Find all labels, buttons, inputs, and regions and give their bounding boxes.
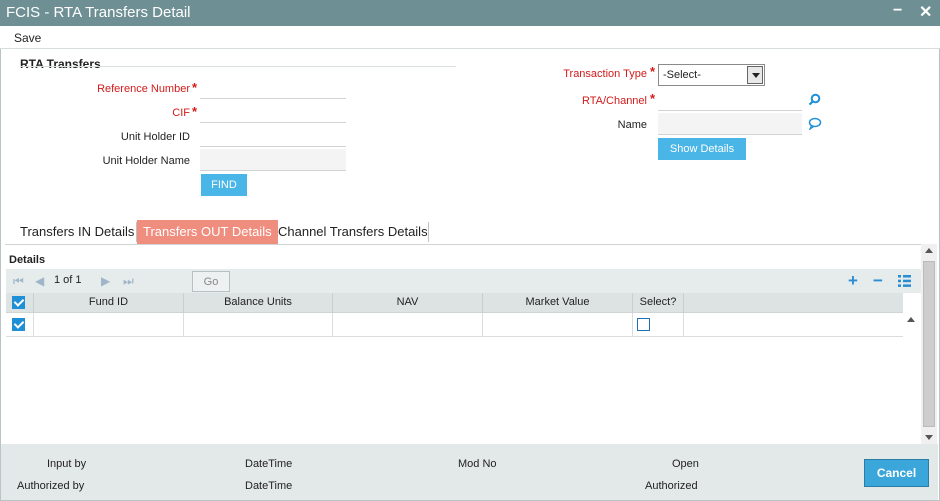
first-page-icon[interactable]: ⏮ [13, 274, 24, 289]
required-mark: * [192, 80, 198, 95]
grid-toolbar: ⏮ ◀ 1 of 1 ▶ ⏭ Go + − [6, 269, 922, 293]
transaction-type-label: Transaction Type [563, 68, 647, 80]
section-title: RTA Transfers [20, 57, 101, 71]
reference-number-label: Reference Number [97, 83, 190, 95]
rta-channel-label: RTA/Channel [581, 95, 647, 107]
window-title: FCIS - RTA Transfers Detail [6, 4, 191, 21]
balance-units-cell[interactable] [184, 313, 333, 337]
unit-holder-id-field[interactable] [200, 125, 346, 147]
select-all-checkbox[interactable] [12, 296, 25, 309]
menu-bar: Save [0, 26, 940, 48]
minimize-icon[interactable]: − [893, 2, 902, 20]
rta-channel-field[interactable] [658, 89, 802, 111]
go-button[interactable]: Go [192, 271, 230, 292]
required-mark: * [650, 91, 656, 106]
row-checkbox[interactable] [12, 318, 25, 331]
tab-transfers-out[interactable]: Transfers OUT Details [137, 220, 278, 244]
col-select[interactable]: Select? [633, 293, 684, 313]
prev-page-icon[interactable]: ◀ [35, 274, 44, 288]
col-market-value[interactable]: Market Value [483, 293, 633, 313]
scrollbar-thumb[interactable] [923, 261, 935, 427]
datetime-label: DateTime [245, 480, 293, 492]
name-label: Name [617, 119, 647, 131]
divider [5, 244, 926, 245]
delete-row-icon[interactable]: − [873, 271, 883, 291]
market-value-cell[interactable] [483, 313, 633, 337]
page-info: 1 of 1 [54, 274, 82, 286]
title-bar: FCIS - RTA Transfers Detail − ✕ [0, 0, 940, 26]
datetime-label: DateTime [245, 458, 293, 470]
col-fund-id[interactable]: Fund ID [34, 293, 184, 313]
tab-separator [428, 222, 429, 242]
transaction-type-select[interactable]: -Select- [658, 64, 765, 86]
find-button[interactable]: FIND [201, 174, 247, 196]
cancel-button[interactable]: Cancel [864, 459, 929, 487]
open-label: Open [672, 458, 699, 470]
divider [0, 48, 940, 49]
list-view-icon[interactable] [898, 275, 911, 287]
scroll-up-icon[interactable] [907, 317, 915, 322]
add-row-icon[interactable]: + [848, 271, 858, 291]
unit-holder-id-label: Unit Holder ID [120, 131, 190, 143]
next-page-icon[interactable]: ▶ [101, 274, 110, 288]
save-menu-item[interactable]: Save [14, 31, 41, 45]
authorized-label: Authorized [645, 480, 698, 492]
nav-cell[interactable] [333, 313, 483, 337]
reference-number-field[interactable] [200, 77, 346, 99]
grid-header: Fund ID Balance Units NAV Market Value S… [6, 293, 903, 313]
audit-footer: Input by DateTime Mod No Open Authorized… [1, 444, 938, 500]
unit-holder-name-field [200, 149, 346, 171]
fund-id-cell[interactable] [34, 313, 184, 337]
input-by-label: Input by [47, 458, 87, 470]
required-mark: * [650, 64, 656, 79]
select-checkbox[interactable] [637, 318, 650, 331]
show-details-button[interactable]: Show Details [658, 138, 746, 160]
comment-icon[interactable] [808, 117, 822, 130]
scroll-down-icon[interactable] [925, 435, 933, 440]
select-cell [633, 313, 684, 337]
close-icon[interactable]: ✕ [919, 2, 932, 22]
unit-holder-name-label: Unit Holder Name [102, 155, 190, 167]
row-select-cell [6, 313, 34, 337]
grid-scrollbar[interactable] [903, 313, 919, 444]
vertical-scrollbar[interactable] [921, 244, 937, 444]
name-field [658, 113, 802, 135]
chevron-down-icon[interactable] [747, 66, 763, 84]
required-mark: * [192, 104, 198, 119]
last-page-icon[interactable]: ⏭ [123, 274, 134, 289]
mod-no-label: Mod No [458, 458, 497, 470]
details-title: Details [9, 254, 46, 266]
cif-field[interactable] [200, 101, 346, 123]
tab-channel-transfers[interactable]: Channel Transfers Details [272, 220, 434, 244]
tab-transfers-in[interactable]: Transfers IN Details [14, 220, 140, 244]
divider [20, 66, 456, 67]
select-all-cell [6, 293, 34, 313]
col-nav[interactable]: NAV [333, 293, 483, 313]
cif-label: CIF [172, 107, 190, 119]
table-row[interactable] [6, 313, 903, 337]
scroll-up-icon[interactable] [925, 248, 933, 253]
authorized-by-label: Authorized by [17, 480, 85, 492]
col-balance-units[interactable]: Balance Units [184, 293, 333, 313]
transaction-type-value: -Select- [663, 69, 701, 81]
search-icon[interactable] [808, 93, 821, 106]
